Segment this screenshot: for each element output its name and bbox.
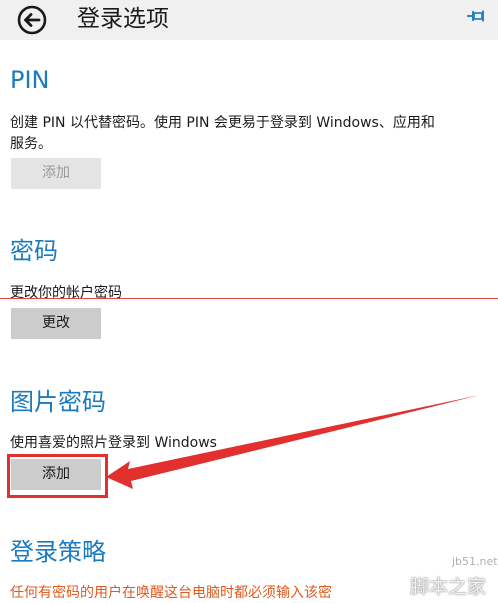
watermark-site: jb51.net	[452, 555, 498, 568]
watermark-brand: 脚本之家	[410, 576, 487, 598]
annotation-arrow-shape	[106, 395, 480, 489]
signin-policy-description: 任何有密码的用户在唤醒这台电脑时都必须输入该密	[10, 585, 332, 601]
signin-policy-section-title: 登录策略	[10, 538, 106, 566]
annotation-arrow	[106, 395, 480, 489]
